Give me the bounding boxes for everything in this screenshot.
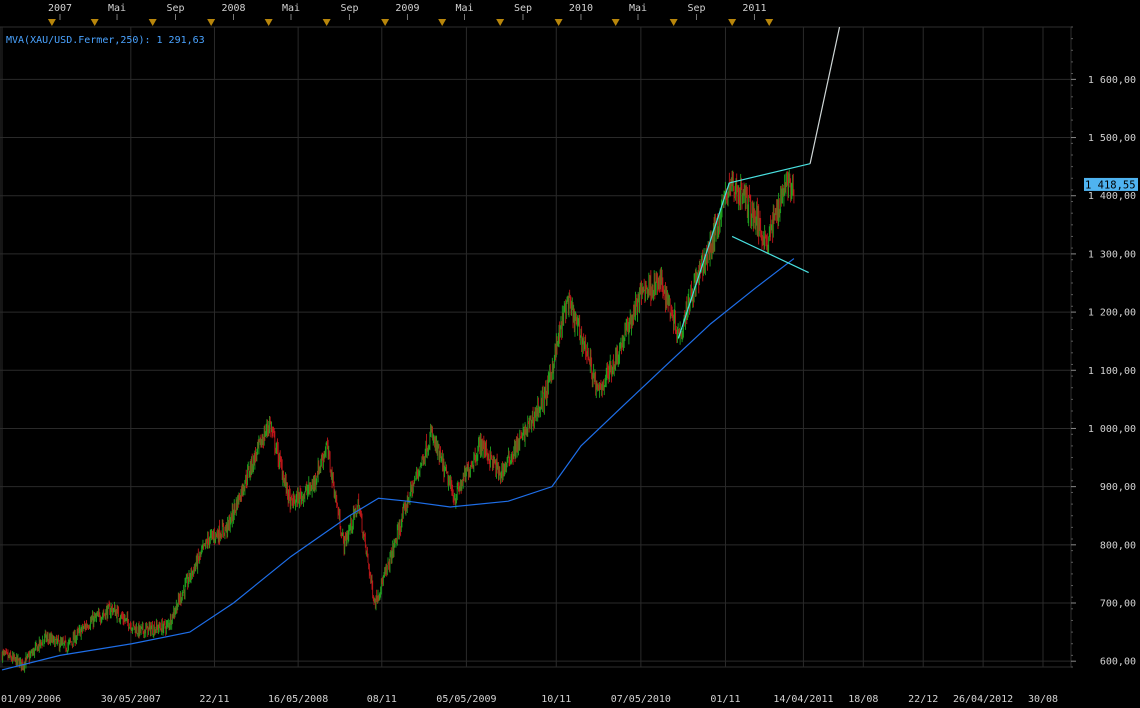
x-tick-label: 26/04/2012	[953, 694, 1013, 705]
x-tick-label: 22/12	[908, 694, 938, 705]
x-tick-label: 14/04/2011	[773, 694, 833, 705]
top-tick-label: Sep	[340, 3, 358, 14]
top-tick-label: Sep	[166, 3, 184, 14]
y-tick-label: 600,00	[1100, 657, 1136, 668]
top-tick-label: 2007	[48, 3, 72, 14]
y-tick-label: 1 500,00	[1088, 133, 1136, 144]
top-tick-label: Mai	[629, 3, 647, 14]
top-tick-label: 2008	[221, 3, 245, 14]
x-tick-label: 30/08	[1028, 694, 1058, 705]
top-tick-label: 2011	[742, 3, 766, 14]
x-tick-label: 10/11	[541, 694, 571, 705]
x-tick-label: 30/05/2007	[101, 694, 161, 705]
top-tick-label: 2010	[569, 3, 593, 14]
x-tick-label: 08/11	[367, 694, 397, 705]
x-tick-label: 07/05/2010	[611, 694, 671, 705]
y-tick-label: 700,00	[1100, 599, 1136, 610]
chart-canvas: 2007 Mai Sep 2008 Mai Sep 2009 Mai Sep 2010 Mai Sep…	[0, 0, 1140, 708]
x-tick-label: 22/11	[199, 694, 229, 705]
y-tick-label: 800,00	[1100, 540, 1136, 551]
y-tick-label: 1 400,00	[1088, 191, 1136, 202]
top-tick-label: Mai	[108, 3, 126, 14]
x-tick-label: 01/11	[710, 694, 740, 705]
top-tick-label: 2009	[395, 3, 419, 14]
y-tick-label: 1 600,00	[1088, 75, 1136, 86]
top-tick-label: Mai	[455, 3, 473, 14]
y-tick-label: 1 100,00	[1088, 366, 1136, 377]
x-tick-label: 16/05/2008	[268, 694, 328, 705]
top-tick-label: Mai	[282, 3, 300, 14]
y-tick-label: 900,00	[1100, 482, 1136, 493]
top-tick-label: Sep	[514, 3, 532, 14]
y-tick-label: 1 300,00	[1088, 249, 1136, 260]
x-tick-label: 18/08	[848, 694, 878, 705]
x-tick-label: 01/09/2006	[1, 694, 61, 705]
last-price-tag: 1 418,55	[1084, 177, 1138, 191]
chart-background	[0, 0, 1140, 708]
top-tick-label: Sep	[687, 3, 705, 14]
legend-text: MVA(XAU/USD.Fermer,250): 1 291,63	[6, 35, 205, 46]
x-tick-label: 05/05/2009	[436, 694, 496, 705]
last-price-label: 1 418,55	[1085, 179, 1136, 191]
y-tick-label: 1 200,00	[1088, 308, 1136, 319]
y-tick-label: 1 000,00	[1088, 424, 1136, 435]
